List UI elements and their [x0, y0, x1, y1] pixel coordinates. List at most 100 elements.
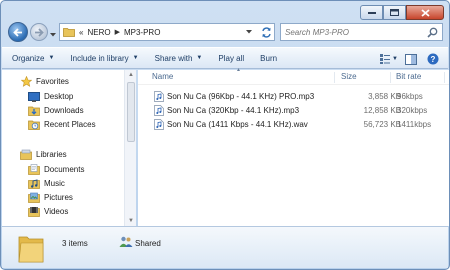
shared-users-icon: [119, 236, 133, 247]
breadcrumb-nero[interactable]: NERO: [87, 28, 110, 37]
libraries-icon: [20, 149, 32, 160]
close-icon: [420, 8, 430, 17]
file-row[interactable]: Son Nu Ca (96Kbp - 44.1 KHz) PRO.mp3 3,8…: [138, 90, 449, 103]
refresh-button[interactable]: [258, 24, 274, 40]
include-in-library-button[interactable]: Include in library ▼: [70, 54, 138, 63]
nav-item-pictures-label: Pictures: [44, 193, 73, 202]
scroll-up-icon[interactable]: ▲: [128, 72, 134, 78]
breadcrumb-mp3-pro[interactable]: MP3-PRO: [124, 28, 160, 37]
organize-button[interactable]: Organize ▼: [12, 54, 54, 63]
file-list: ▲ Name Size Bit rate Son Nu Ca (96Kbp - …: [138, 67, 449, 226]
audio-file-icon: [154, 105, 164, 116]
back-arrow-icon: [13, 27, 22, 37]
column-divider[interactable]: [444, 72, 445, 83]
search-box[interactable]: [280, 23, 443, 41]
nav-item-desktop-label: Desktop: [44, 92, 74, 101]
documents-icon: [28, 164, 40, 175]
nav-item-recent-places[interactable]: Recent Places: [28, 118, 96, 131]
refresh-icon: [261, 26, 271, 38]
maximize-button[interactable]: [383, 5, 406, 20]
svg-text:?: ?: [431, 55, 436, 64]
scroll-down-icon[interactable]: ▼: [128, 218, 134, 224]
nav-item-music[interactable]: Music: [28, 177, 65, 190]
nav-item-documents[interactable]: Documents: [28, 163, 84, 176]
change-view-button[interactable]: ▼: [380, 50, 398, 68]
sort-ascending-icon: ▲: [236, 67, 241, 73]
nav-libraries[interactable]: Libraries: [20, 148, 67, 161]
address-dropdown-button[interactable]: [241, 24, 257, 40]
scrollbar-thumb[interactable]: [127, 82, 135, 142]
pictures-icon: [28, 192, 40, 203]
file-row[interactable]: Son Nu Ca (320Kbp - 44.1 KHz).mp3 12,858…: [138, 104, 449, 117]
back-button[interactable]: [8, 22, 28, 42]
help-icon: ?: [427, 53, 439, 65]
navigation-pane-scrollbar[interactable]: ▲ ▼: [124, 70, 136, 226]
forward-button[interactable]: [30, 23, 48, 41]
maximize-icon: [390, 9, 399, 16]
nav-item-pictures[interactable]: Pictures: [28, 191, 73, 204]
file-name: Son Nu Ca (96Kbp - 44.1 KHz) PRO.mp3: [167, 92, 315, 101]
preview-pane-button[interactable]: [402, 50, 420, 68]
file-bit-rate: 1411kbps: [397, 120, 432, 129]
chevron-down-icon: ▼: [196, 55, 203, 61]
downloads-icon: [28, 105, 40, 116]
close-button[interactable]: [406, 5, 444, 20]
column-name[interactable]: Name: [152, 72, 173, 81]
file-name: Son Nu Ca (320Kbp - 44.1 KHz).mp3: [167, 106, 300, 115]
nav-item-downloads-label: Downloads: [44, 106, 84, 115]
nav-libraries-label: Libraries: [36, 150, 67, 159]
share-with-button[interactable]: Share with ▼: [155, 54, 203, 63]
nav-item-documents-label: Documents: [44, 165, 85, 174]
chevron-down-icon: ▼: [392, 56, 398, 62]
breadcrumb-separator-icon[interactable]: ▶: [115, 28, 120, 36]
burn-label: Burn: [260, 53, 278, 63]
address-bar[interactable]: « NERO ▶ MP3-PRO: [59, 23, 275, 41]
explorer-window: « NERO ▶ MP3-PRO Organize▼ Include in li…: [0, 0, 450, 270]
search-input[interactable]: [285, 27, 425, 37]
nav-item-videos-label: Videos: [44, 207, 69, 216]
file-size: 56,723 KB: [363, 120, 401, 129]
desktop-icon: [28, 91, 40, 102]
audio-file-icon: [154, 119, 164, 130]
recent-places-icon: [28, 119, 40, 130]
star-icon: [20, 76, 32, 87]
chevron-down-icon: [50, 33, 56, 37]
preview-pane-icon: [405, 53, 417, 65]
view-controls: ▼ ?: [376, 50, 442, 68]
nav-item-music-label: Music: [44, 179, 65, 188]
file-size: 3,858 KB: [368, 92, 401, 101]
chevron-down-icon: ▼: [132, 55, 139, 61]
play-all-button[interactable]: Play all: [218, 54, 244, 63]
details-pane: 3 items Shared: [2, 226, 448, 268]
help-button[interactable]: ?: [424, 50, 442, 68]
include-in-library-label: Include in library: [70, 53, 129, 63]
nav-favorites[interactable]: Favorites: [20, 75, 69, 88]
music-icon: [28, 178, 40, 189]
column-divider[interactable]: [334, 72, 335, 83]
nav-item-downloads[interactable]: Downloads: [28, 104, 84, 117]
navigation-pane: Favorites Desktop Downloads Recent Place…: [2, 70, 124, 226]
nav-item-videos[interactable]: Videos: [28, 205, 68, 218]
column-bit-rate[interactable]: Bit rate: [396, 72, 421, 81]
item-count: 3 items: [62, 239, 88, 248]
folder-icon: [63, 28, 75, 37]
chevron-down-icon: ▼: [48, 55, 55, 61]
column-divider[interactable]: [390, 72, 391, 83]
videos-icon: [28, 206, 40, 217]
nav-favorites-label: Favorites: [36, 77, 69, 86]
search-icon[interactable]: [427, 27, 438, 38]
minimize-button[interactable]: [360, 5, 383, 20]
play-all-label: Play all: [218, 53, 245, 63]
share-with-label: Share with: [154, 53, 193, 63]
nav-item-desktop[interactable]: Desktop: [28, 90, 73, 103]
breadcrumb-overflow[interactable]: «: [79, 28, 83, 37]
command-bar: Organize ▼ Include in library ▼ Share with…: [2, 47, 448, 69]
file-row[interactable]: Son Nu Ca (1411 Kbps - 44.1 KHz).wav 56,…: [138, 118, 449, 131]
sharing-state: Shared: [135, 239, 161, 248]
forward-arrow-icon: [35, 27, 44, 37]
details-view-icon: [380, 54, 391, 64]
column-size[interactable]: Size: [341, 72, 357, 81]
recent-pages-dropdown[interactable]: [50, 29, 56, 39]
column-headers: ▲ Name Size Bit rate: [138, 67, 449, 85]
burn-button[interactable]: Burn: [260, 54, 277, 63]
